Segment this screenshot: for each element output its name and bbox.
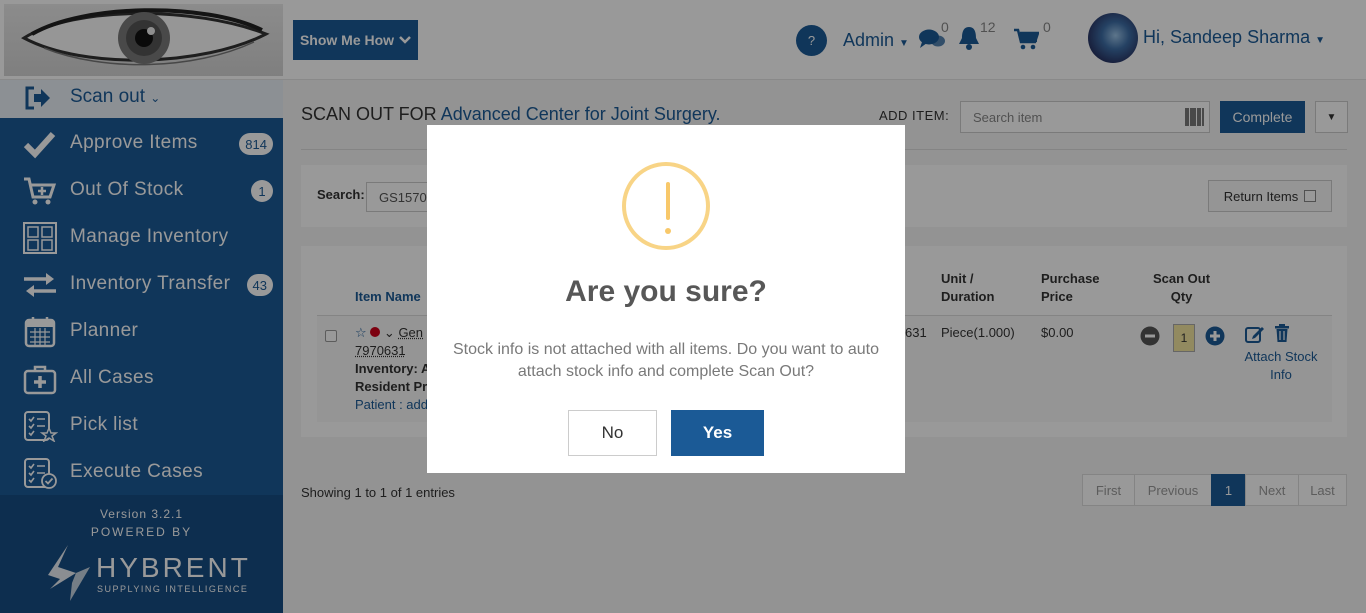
yes-button[interactable]: Yes (671, 410, 764, 456)
dialog-title: Are you sure? (565, 275, 767, 308)
confirm-dialog: Are you sure? Stock info is not attached… (427, 125, 905, 473)
dialog-message: Stock info is not attached with all item… (453, 341, 879, 380)
warning-exclamation-icon (622, 162, 710, 250)
no-button[interactable]: No (568, 410, 657, 456)
